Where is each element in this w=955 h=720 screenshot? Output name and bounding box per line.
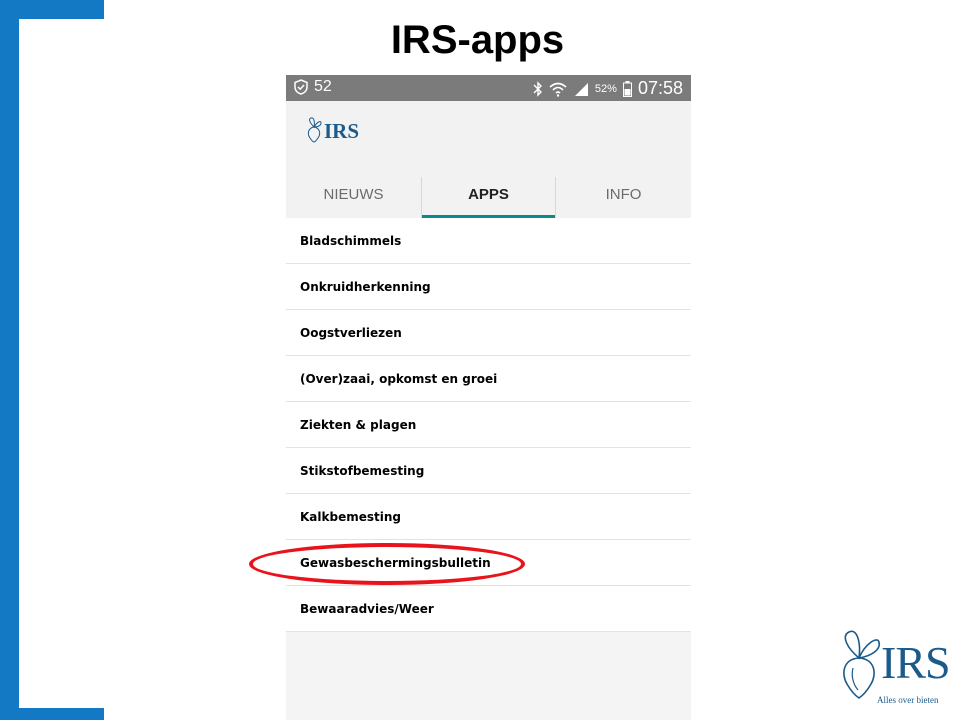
tab-nieuws[interactable]: NIEUWS: [286, 177, 422, 218]
list-item-gewasbeschermingsbulletin[interactable]: Gewasbeschermingsbulletin: [286, 540, 691, 586]
slide-title: IRS-apps: [390, 18, 565, 62]
left-bracket-bar: [0, 0, 19, 720]
bluetooth-icon: [533, 80, 543, 97]
list-item-stikstofbemesting[interactable]: Stikstofbemesting: [286, 448, 691, 494]
list-item-oogstverliezen[interactable]: Oogstverliezen: [286, 310, 691, 356]
list-item-bladschimmels[interactable]: Bladschimmels: [286, 218, 691, 264]
app-logo: IRS: [306, 117, 359, 143]
presentation-slide: IRS-apps 52 52% 07:58 IRS NIEUWS APPS IN…: [0, 0, 955, 720]
list-item-kalkbemesting[interactable]: Kalkbemesting: [286, 494, 691, 540]
beet-leaf-icon: [843, 630, 881, 699]
left-bracket-bottom: [0, 708, 104, 720]
wifi-icon: [549, 81, 567, 97]
corner-logo-text: IRS: [881, 637, 951, 688]
tab-apps[interactable]: APPS: [422, 177, 556, 218]
battery-percent: 52%: [594, 82, 617, 95]
corner-logo-tagline: Alles over bieten: [877, 695, 939, 705]
list-item-onkruidherkenning[interactable]: Onkruidherkenning: [286, 264, 691, 310]
battery-icon: [622, 80, 632, 97]
tab-bar: NIEUWS APPS INFO: [286, 177, 691, 218]
list-item-bewaaradvies-weer[interactable]: Bewaaradvies/Weer: [286, 586, 691, 632]
notification-count: 52: [314, 78, 332, 95]
shield-check-icon: [294, 79, 308, 95]
corner-logo: IRS Alles over bieten: [833, 628, 955, 708]
status-bar: 52 52% 07:58: [286, 75, 691, 101]
apps-list: Bladschimmels Onkruidherkenning Oogstver…: [286, 218, 691, 632]
app-header: IRS NIEUWS APPS INFO: [286, 101, 691, 218]
list-item-ziekten-plagen[interactable]: Ziekten & plagen: [286, 402, 691, 448]
list-item-overzaai[interactable]: (Over)zaai, opkomst en groei: [286, 356, 691, 402]
phone-screenshot: 52 52% 07:58 IRS NIEUWS APPS INFO Bladsc…: [286, 75, 691, 720]
status-time: 07:58: [637, 78, 683, 98]
app-logo-text: IRS: [324, 119, 360, 143]
beet-leaf-icon: [306, 117, 322, 143]
signal-icon: [573, 81, 589, 97]
tab-info[interactable]: INFO: [556, 177, 691, 218]
